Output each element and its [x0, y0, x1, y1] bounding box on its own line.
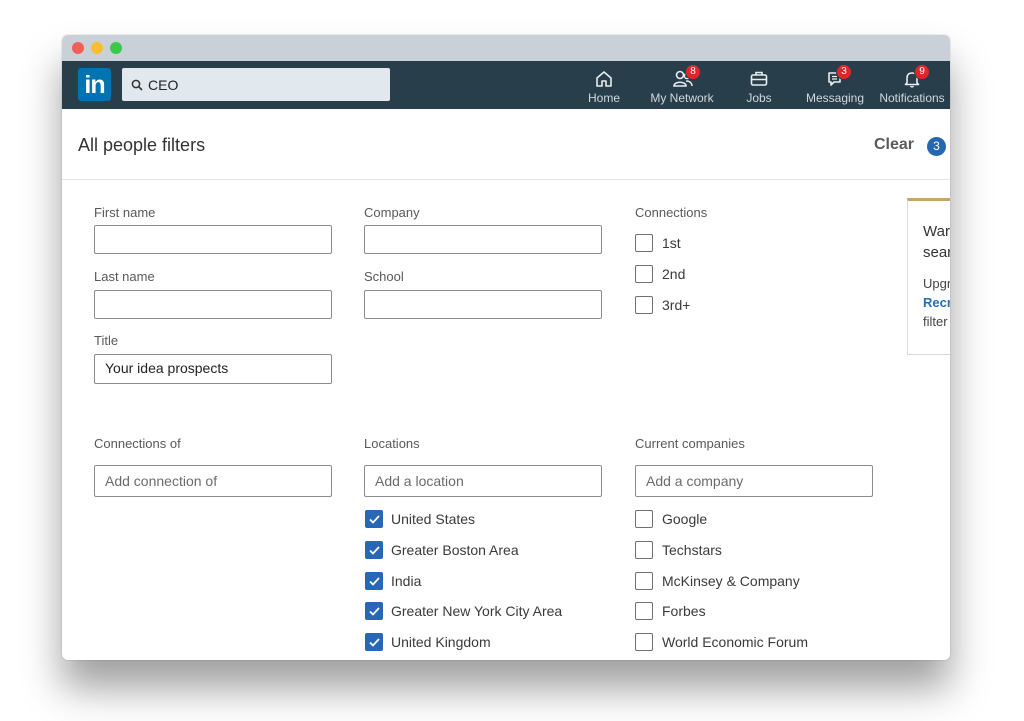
company-wef-checkbox[interactable] [635, 633, 653, 651]
top-navbar: in Home 8 My Network Jobs [62, 61, 950, 109]
close-window-button[interactable] [72, 42, 84, 54]
connections-label: Connections [635, 205, 708, 220]
locations-label: Locations [364, 436, 420, 451]
nav-home-label: Home [587, 91, 620, 105]
location-united-kingdom-checkbox[interactable] [365, 633, 383, 651]
promo-heading: War sear [923, 223, 950, 261]
page-title: All people filters [78, 135, 206, 155]
nav-my-network[interactable]: 8 My Network [644, 61, 720, 109]
school-label: School [364, 269, 404, 284]
location-greater-boston-checkbox[interactable] [365, 541, 383, 559]
current-companies-label: Current companies [635, 436, 745, 451]
companies-input[interactable]: Add a company [635, 465, 873, 497]
search-icon [131, 78, 143, 96]
first-name-field[interactable] [94, 225, 332, 254]
company-mckinsey-checkbox[interactable] [635, 572, 653, 590]
notifications-badge: 9 [914, 64, 930, 80]
filters-header: All people filters Clear 3 [62, 109, 950, 180]
home-icon [594, 69, 614, 89]
company-label: Company [364, 205, 420, 220]
location-india-label: India [391, 573, 422, 589]
nav-messaging[interactable]: 3 Messaging [802, 61, 868, 109]
connection-1st-label: 1st [662, 235, 681, 251]
window-titlebar [62, 35, 950, 61]
company-mckinsey-label: McKinsey & Company [662, 573, 800, 589]
nav-my-network-label: My Network [650, 91, 714, 105]
company-forbes-label: Forbes [662, 603, 706, 619]
nav-jobs-label: Jobs [746, 91, 772, 105]
company-techstars-checkbox[interactable] [635, 541, 653, 559]
location-united-states-checkbox[interactable] [365, 510, 383, 528]
premium-promo-card[interactable]: War sear Upgr Recr filter [907, 198, 950, 355]
company-field[interactable] [364, 225, 602, 254]
location-india-checkbox[interactable] [365, 572, 383, 590]
company-google-checkbox[interactable] [635, 510, 653, 528]
company-google-label: Google [662, 511, 708, 527]
title-field[interactable]: Your idea prospects [94, 354, 332, 384]
briefcase-icon [749, 69, 769, 89]
last-name-field[interactable] [94, 290, 332, 319]
location-united-states-label: United States [391, 511, 476, 527]
connection-2nd-label: 2nd [662, 266, 686, 282]
nav-jobs[interactable]: Jobs [736, 61, 782, 109]
company-wef-label: World Economic Forum [662, 634, 809, 650]
search-input[interactable] [148, 68, 384, 101]
locations-input[interactable]: Add a location [364, 465, 602, 497]
school-field[interactable] [364, 290, 602, 319]
connection-1st-checkbox[interactable] [635, 234, 653, 252]
clear-filters-button[interactable]: Clear [874, 136, 914, 154]
last-name-label: Last name [94, 269, 155, 284]
location-new-york-checkbox[interactable] [365, 602, 383, 620]
connections-of-label: Connections of [94, 436, 181, 451]
nav-notifications-label: Notifications [879, 91, 945, 105]
nav-notifications[interactable]: 9 Notifications [875, 61, 949, 109]
maximize-window-button[interactable] [110, 42, 122, 54]
clear-count-badge: 3 [927, 137, 946, 156]
search-box[interactable] [122, 68, 390, 101]
minimize-window-button[interactable] [91, 42, 103, 54]
browser-window: in Home 8 My Network Jobs [62, 35, 950, 660]
company-forbes-checkbox[interactable] [635, 602, 653, 620]
connection-3rd-checkbox[interactable] [635, 296, 653, 314]
promo-link[interactable]: Recr [923, 295, 950, 310]
network-badge: 8 [685, 64, 701, 80]
company-techstars-label: Techstars [662, 542, 722, 558]
location-greater-boston-label: Greater Boston Area [391, 542, 519, 558]
linkedin-logo[interactable]: in [78, 68, 111, 101]
first-name-label: First name [94, 205, 156, 220]
connection-3rd-label: 3rd+ [662, 297, 691, 313]
location-united-kingdom-label: United Kingdom [391, 634, 491, 650]
connections-of-input[interactable]: Add connection of [94, 465, 332, 497]
location-new-york-label: Greater New York City Area [391, 603, 563, 619]
connection-2nd-checkbox[interactable] [635, 265, 653, 283]
nav-home[interactable]: Home [582, 61, 626, 109]
messaging-badge: 3 [836, 64, 852, 80]
nav-messaging-label: Messaging [805, 91, 865, 105]
title-label: Title [94, 333, 119, 348]
promo-text: Upgr Recr filter [923, 276, 950, 329]
